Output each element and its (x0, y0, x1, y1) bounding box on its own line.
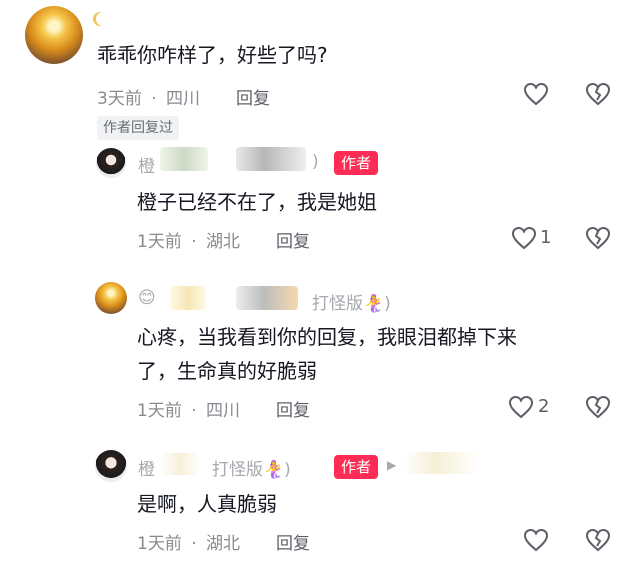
reply-arrow-icon: ▶ (387, 458, 397, 472)
reply-button[interactable]: 回复 (276, 227, 310, 252)
dislike-icon[interactable] (584, 393, 612, 421)
username-blur (170, 286, 206, 310)
like-count: 2 (538, 396, 550, 417)
comment-time: 1天前 (137, 232, 182, 252)
username-blur (160, 453, 200, 475)
comment-text: 橙子已经不在了，我是她姐 (137, 190, 377, 214)
username-blur (160, 147, 208, 171)
meta-separator: · (191, 534, 197, 554)
username-emoji: 😊 (138, 288, 156, 308)
like-count: 1 (540, 227, 552, 248)
reply-button[interactable]: 回复 (276, 396, 310, 421)
comment-time: 1天前 (137, 534, 182, 554)
comment-time: 3天前 (97, 89, 142, 109)
meta-separator: · (151, 89, 157, 109)
username-blur (404, 452, 480, 474)
meta-separator: · (191, 232, 197, 252)
dislike-icon[interactable] (584, 80, 612, 108)
meta-separator: · (191, 401, 197, 421)
like-icon[interactable] (522, 526, 550, 554)
dislike-icon[interactable] (584, 526, 612, 554)
username-suffix: 打怪版🧜‍♀️) (312, 294, 391, 314)
comment-text: 是啊，人真脆弱 (137, 492, 277, 516)
username-suffix: ) (312, 152, 319, 172)
comment-location: 四川 (166, 89, 201, 109)
comment-meta: 1天前 · 湖北 (137, 227, 240, 252)
author-badge: 作者 (334, 455, 379, 479)
username-blur (236, 147, 306, 171)
comment-meta: 3天前 · 四川 (97, 84, 200, 109)
avatar[interactable] (25, 6, 83, 64)
avatar[interactable] (95, 282, 127, 314)
comment-location: 湖北 (206, 534, 241, 554)
author-badge: 作者 (334, 151, 379, 175)
comment-location: 四川 (206, 401, 241, 421)
comment-text-line1: 心疼，当我看到你的回复，我眼泪都掉下来 (137, 325, 517, 349)
author-replied-tag: 作者回复过 (97, 116, 179, 140)
crescent-icon (96, 12, 110, 26)
comment-text: 乖乖你咋样了，好些了吗? (97, 43, 328, 67)
comment-text-line2: 了，生命真的好脆弱 (137, 359, 317, 383)
username-partial[interactable]: 橙 (138, 455, 155, 480)
comment-meta: 1天前 · 湖北 (137, 529, 240, 554)
like-icon[interactable] (510, 224, 538, 252)
reply-button[interactable]: 回复 (276, 529, 310, 554)
like-icon[interactable] (507, 393, 535, 421)
like-icon[interactable] (522, 80, 550, 108)
comment-meta: 1天前 · 四川 (137, 396, 240, 421)
dislike-icon[interactable] (584, 224, 612, 252)
comment-time: 1天前 (137, 401, 182, 421)
username-suffix: 打怪版🧜‍♀️) (212, 460, 291, 480)
avatar[interactable] (95, 450, 127, 482)
avatar[interactable] (96, 148, 126, 178)
username-blur (236, 286, 298, 310)
username-partial[interactable]: 橙 (138, 152, 155, 177)
comment-location: 湖北 (206, 232, 241, 252)
reply-button[interactable]: 回复 (236, 84, 270, 109)
